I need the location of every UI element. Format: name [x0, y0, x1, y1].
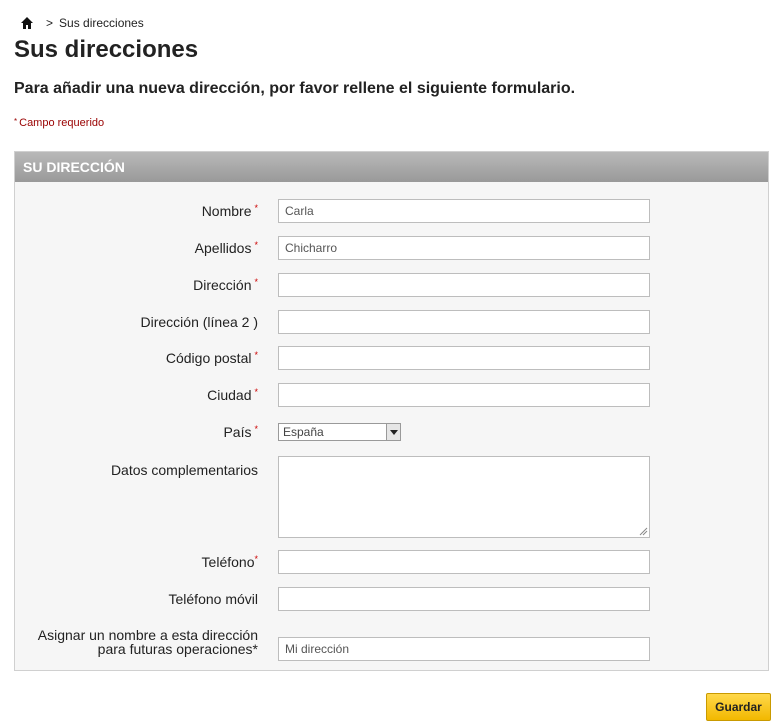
- required-star: *: [14, 117, 18, 126]
- required-note: * Campo requerido: [14, 117, 104, 129]
- pais-label: País *: [223, 424, 258, 440]
- alias-label-line2: para futuras operaciones: [97, 641, 253, 657]
- breadcrumb-separator: >: [46, 16, 54, 30]
- codigo-postal-label: Código postal *: [166, 350, 258, 366]
- datos-label: Datos complementarios: [111, 462, 258, 478]
- page-title: Sus direcciones: [14, 36, 199, 63]
- codigo-postal-input[interactable]: [278, 346, 650, 370]
- direccion2-input[interactable]: [278, 310, 650, 334]
- nombre-label-text: Nombre: [201, 203, 252, 219]
- apellidos-label: Apellidos *: [195, 240, 258, 256]
- telefono-input[interactable]: [278, 550, 650, 574]
- movil-label-text: Teléfono móvil: [168, 591, 259, 607]
- direccion-label: Dirección *: [193, 277, 258, 293]
- resize-handle-icon[interactable]: [638, 526, 648, 536]
- datos-textarea[interactable]: [278, 456, 650, 538]
- nombre-input[interactable]: Carla: [278, 199, 650, 223]
- home-icon[interactable]: [20, 16, 34, 30]
- alias-label-line1: Asignar un nombre a esta dirección: [37, 627, 258, 643]
- direccion2-label-text: Dirección (línea 2 ): [140, 314, 259, 330]
- ciudad-label: Ciudad *: [207, 387, 258, 403]
- required-marker: *: [254, 424, 258, 434]
- direccion2-label: Dirección (línea 2 ): [141, 314, 259, 330]
- required-marker: *: [254, 240, 258, 250]
- direccion-input[interactable]: [278, 273, 650, 297]
- breadcrumb: > Sus direcciones: [20, 14, 144, 32]
- telefono-label: Teléfono*: [202, 554, 258, 570]
- intro-text: Para añadir una nueva dirección, por fav…: [14, 80, 576, 97]
- direccion-label-text: Dirección: [193, 277, 252, 293]
- required-marker: *: [254, 203, 258, 213]
- ciudad-label-text: Ciudad: [207, 387, 252, 403]
- required-marker: *: [254, 554, 258, 564]
- pais-selected-value: España: [283, 425, 324, 439]
- required-marker: *: [254, 387, 258, 397]
- datos-label-text: Datos complementarios: [110, 462, 258, 478]
- required-marker: *: [254, 350, 258, 360]
- alias-label-line2-wrap: para futuras operaciones*: [38, 642, 258, 656]
- pais-select[interactable]: España: [278, 423, 401, 441]
- apellidos-label-text: Apellidos: [194, 240, 252, 256]
- page: > Sus direcciones Sus direcciones Para a…: [0, 0, 779, 725]
- nombre-label: Nombre *: [202, 203, 258, 219]
- ciudad-input[interactable]: [278, 383, 650, 407]
- alias-input[interactable]: Mi dirección: [278, 637, 650, 661]
- alias-label: Asignar un nombre a esta dirección para …: [38, 628, 258, 656]
- address-fieldset: Su dirección Nombre * Carla Apellidos * Ch…: [14, 151, 769, 671]
- apellidos-input[interactable]: Chicharro: [278, 236, 650, 260]
- required-marker: *: [252, 641, 258, 657]
- codigo-postal-label-text: Código postal: [165, 350, 252, 366]
- breadcrumb-current: Sus direcciones: [59, 16, 144, 30]
- required-note-text: Campo requerido: [19, 117, 105, 129]
- movil-input[interactable]: [278, 587, 650, 611]
- pais-label-text: País: [223, 424, 252, 440]
- section-header: Su dirección: [15, 152, 768, 182]
- movil-label: Teléfono móvil: [169, 591, 259, 607]
- save-button[interactable]: Guardar: [706, 693, 771, 721]
- chevron-down-icon[interactable]: [386, 424, 400, 440]
- telefono-label-text: Teléfono: [201, 554, 255, 570]
- required-marker: *: [254, 277, 258, 287]
